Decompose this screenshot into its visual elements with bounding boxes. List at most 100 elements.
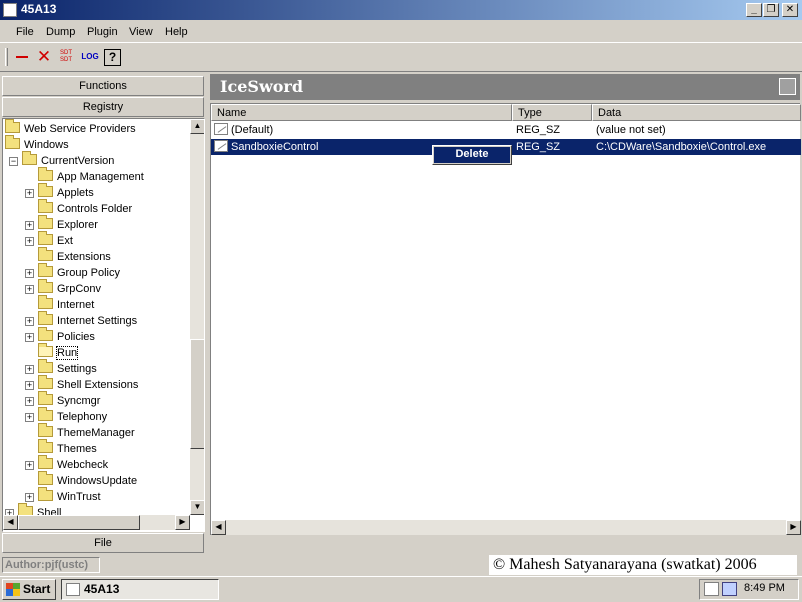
tray-network-icon[interactable]: [722, 582, 737, 596]
restore-button[interactable]: ❐: [763, 3, 779, 17]
tree-item[interactable]: + Policies: [25, 327, 95, 345]
column-header-type[interactable]: Type: [512, 104, 592, 121]
expand-icon[interactable]: +: [25, 397, 34, 406]
expand-icon[interactable]: +: [25, 221, 34, 230]
expand-icon[interactable]: +: [25, 381, 34, 390]
string-value-icon: [214, 140, 228, 152]
folder-icon: [38, 295, 53, 309]
tree-item-label: Controls Folder: [57, 203, 133, 215]
expand-icon[interactable]: +: [25, 285, 34, 294]
tree-item[interactable]: − CurrentVersion: [9, 151, 114, 169]
banner-icon: [779, 78, 796, 95]
tree-item[interactable]: Internet: [25, 295, 94, 313]
value-type: REG_SZ: [516, 124, 561, 136]
tree-item[interactable]: Run: [25, 343, 79, 361]
tree-item[interactable]: + Explorer: [25, 215, 98, 233]
expand-icon[interactable]: +: [25, 365, 34, 374]
column-header-name[interactable]: Name: [211, 104, 512, 121]
registry-tree[interactable]: Web Service Providers Windows − CurrentVers…: [2, 118, 205, 532]
tree-item[interactable]: + WinTrust: [25, 487, 101, 505]
menu-dump[interactable]: Dump: [46, 26, 75, 38]
minimize-tool-icon[interactable]: [12, 47, 32, 67]
folder-icon: [5, 135, 20, 149]
task-label: 45A13: [84, 582, 120, 596]
list-horizontal-scrollbar[interactable]: ◀ ▶: [211, 520, 801, 535]
help-tool-icon[interactable]: ?: [104, 49, 121, 66]
folder-icon: [38, 327, 53, 341]
expand-icon[interactable]: +: [25, 317, 34, 326]
scroll-left-icon[interactable]: ◀: [3, 515, 18, 530]
tree-item-label: WindowsUpdate: [57, 475, 138, 487]
folder-icon: [38, 263, 53, 277]
collapse-icon[interactable]: −: [9, 157, 18, 166]
value-name: SandboxieControl: [231, 141, 319, 153]
expand-icon[interactable]: +: [25, 189, 34, 198]
tree-item[interactable]: + GrpConv: [25, 279, 101, 297]
taskbar: Start 45A13 8:49 PM: [0, 576, 802, 602]
list-scroll-left-icon[interactable]: ◀: [211, 520, 226, 535]
tray-app-icon[interactable]: [704, 582, 719, 596]
expand-icon[interactable]: +: [25, 333, 34, 342]
close-button[interactable]: ✕: [782, 3, 798, 17]
expand-icon[interactable]: +: [25, 237, 34, 246]
tree-item[interactable]: Windows: [5, 135, 69, 153]
list-row[interactable]: (Default) REG_SZ (value not set): [211, 122, 801, 138]
expand-icon[interactable]: +: [25, 461, 34, 470]
scroll-up-icon[interactable]: ▲: [190, 119, 204, 134]
start-button[interactable]: Start: [2, 579, 56, 600]
menu-view[interactable]: View: [129, 26, 153, 38]
expand-icon[interactable]: +: [25, 413, 34, 422]
folder-icon: [38, 183, 53, 197]
folder-icon: [38, 375, 53, 389]
registry-button[interactable]: Registry: [2, 97, 204, 117]
folder-icon: [22, 151, 37, 165]
banner-title: IceSword: [220, 77, 304, 96]
functions-button[interactable]: Functions: [2, 76, 204, 96]
folder-icon: [38, 487, 53, 501]
tree-item-label: Ext: [57, 235, 73, 247]
tree-item[interactable]: Web Service Providers: [5, 119, 136, 137]
title-bar[interactable]: 45A13 _ ❐ ✕: [0, 0, 802, 20]
author-label: Author:pjf(ustc): [2, 557, 100, 573]
tree-hscroll-thumb[interactable]: [18, 515, 140, 530]
tree-item[interactable]: Themes: [25, 439, 97, 457]
window-title: 45A13: [21, 2, 57, 16]
scroll-right-icon[interactable]: ▶: [175, 515, 190, 530]
system-tray: 8:49 PM: [699, 579, 799, 600]
list-scroll-right-icon[interactable]: ▶: [786, 520, 801, 535]
tree-item-label: Web Service Providers: [24, 123, 136, 135]
menu-help[interactable]: Help: [165, 26, 188, 38]
taskbar-window-button[interactable]: 45A13: [61, 579, 219, 600]
clock: 8:49 PM: [744, 582, 785, 594]
sdt-tool-icon[interactable]: SDT SDT: [56, 47, 76, 67]
toolbar-grip[interactable]: [5, 48, 8, 66]
tree-vertical-scrollbar[interactable]: ▲ ▼: [190, 119, 204, 515]
tree-item-label: Internet Settings: [57, 315, 138, 327]
log-tool-icon[interactable]: LOG: [80, 47, 100, 67]
task-app-icon: [66, 583, 80, 596]
tree-scroll-thumb[interactable]: [190, 339, 204, 449]
expand-icon[interactable]: +: [25, 269, 34, 278]
tree-horizontal-scrollbar[interactable]: ◀ ▶: [3, 515, 190, 530]
tree-item-label: Telephony: [57, 411, 108, 423]
menu-plugin[interactable]: Plugin: [87, 26, 118, 38]
folder-icon: [38, 167, 53, 181]
tree-item[interactable]: + Ext: [25, 231, 73, 249]
tree-item[interactable]: + Settings: [25, 359, 97, 377]
context-menu-delete[interactable]: Delete: [434, 147, 510, 163]
menu-file[interactable]: File: [16, 26, 34, 38]
registry-values-list[interactable]: Name Type Data (Default) REG_SZ (value not…: [210, 103, 801, 535]
close-tool-icon[interactable]: ✕: [34, 47, 54, 67]
file-button[interactable]: File: [2, 533, 204, 553]
minimize-button[interactable]: _: [746, 3, 762, 17]
column-header-data[interactable]: Data: [592, 104, 801, 121]
value-data: (value not set): [596, 124, 666, 136]
tree-item[interactable]: + Applets: [25, 183, 94, 201]
scroll-down-icon[interactable]: ▼: [190, 500, 204, 515]
folder-icon: [38, 455, 53, 469]
tree-item-label: Themes: [57, 443, 97, 455]
expand-icon[interactable]: +: [25, 493, 34, 502]
folder-icon: [38, 359, 53, 373]
tree-item-label: ThemeManager: [57, 427, 135, 439]
tree-item[interactable]: + Syncmgr: [25, 391, 100, 409]
